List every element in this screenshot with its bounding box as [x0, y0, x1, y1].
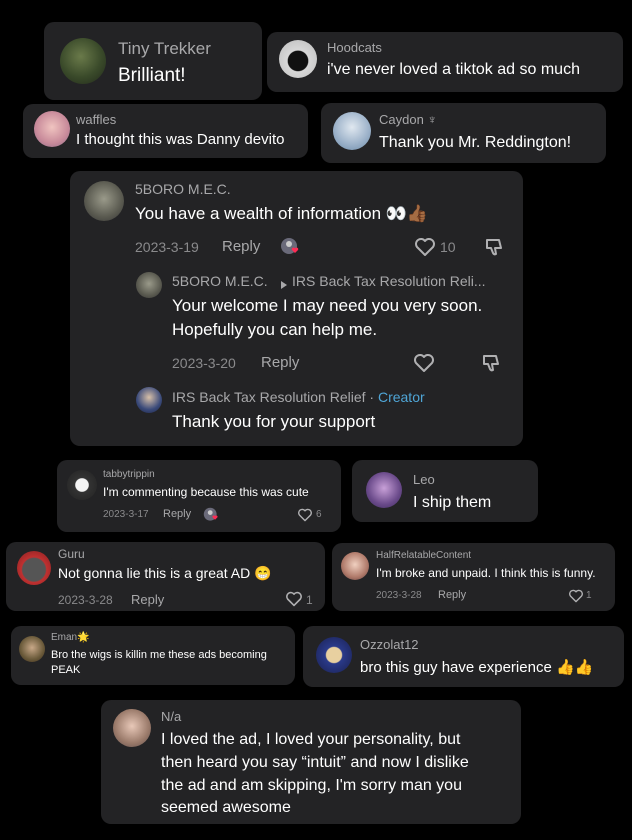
reply-button[interactable]: Reply	[222, 238, 260, 255]
comment-card: waffles I thought this was Danny devito	[23, 104, 308, 158]
commenter-name[interactable]: Leo	[413, 472, 435, 487]
comment-card: Tiny Trekker Brilliant!	[44, 22, 262, 100]
commenter-name[interactable]: N/a	[161, 709, 181, 724]
like-count: 1	[306, 593, 313, 607]
comment-card: Leo I ship them	[352, 460, 538, 522]
comment-text-line: then heard you say “intuit” and now I di…	[161, 754, 469, 771]
avatar[interactable]	[279, 40, 317, 78]
heart-outline-icon[interactable]	[413, 353, 435, 373]
comment-card: Guru Not gonna lie this is a great AD 😁 …	[6, 542, 325, 611]
comment-text-line: the ad and am skipping, I'm sorry man yo…	[161, 777, 462, 794]
comment-text-line: I loved the ad, I loved your personality…	[161, 731, 461, 748]
thumbs-down-icon[interactable]	[484, 236, 506, 258]
reply-button[interactable]: Reply	[163, 508, 191, 520]
reply-button[interactable]: Reply	[438, 589, 466, 601]
liked-by-creator-icon	[203, 507, 219, 523]
comment-text: Bro the wigs is killin me these ads beco…	[51, 649, 267, 676]
like-count: 1	[586, 590, 592, 601]
like-count: 6	[316, 509, 322, 520]
avatar[interactable]	[316, 637, 352, 673]
comment-card: Hoodcats i've never loved a tiktok ad so…	[267, 32, 623, 92]
comment-text: I thought this was Danny devito	[76, 131, 285, 148]
avatar[interactable]	[19, 636, 45, 662]
commenter-name[interactable]: HalfRelatableContent	[376, 550, 471, 561]
commenter-name[interactable]: 5BORO M.E.C.	[135, 181, 231, 197]
commenter-name[interactable]: Guru	[58, 547, 85, 561]
comment-card: tabbytrippin I'm commenting because this…	[57, 460, 341, 532]
avatar[interactable]	[136, 387, 162, 413]
comment-text-line: seemed awesome	[161, 799, 291, 816]
liked-by-creator-icon	[280, 237, 300, 257]
commenter-name[interactable]: Hoodcats	[327, 40, 382, 55]
comment-text: i've never loved a tiktok ad so much	[327, 61, 580, 78]
reply-author-name[interactable]: IRS Back Tax Resolution Relief	[172, 389, 366, 405]
comment-card: Caydon ♆ Thank you Mr. Reddington!	[321, 103, 606, 163]
reply-text-line: Hopefully you can help me.	[172, 320, 378, 339]
commenter-name[interactable]: Ozzolat12	[360, 637, 419, 652]
comment-card: Ozzolat12 bro this guy have experience 👍…	[303, 626, 624, 687]
avatar[interactable]	[366, 472, 402, 508]
reply-author-name[interactable]: 5BORO M.E.C.	[172, 273, 268, 289]
commenter-name[interactable]: Eman🌟	[51, 632, 90, 643]
heart-outline-icon[interactable]	[414, 237, 436, 257]
heart-outline-icon[interactable]	[297, 508, 313, 522]
heart-outline-icon[interactable]	[285, 591, 303, 607]
comment-date: 2023-3-17	[103, 509, 149, 520]
reply-arrow-icon	[280, 277, 288, 289]
comment-text: I ship them	[413, 494, 492, 511]
separator: ·	[365, 389, 378, 405]
reply-button[interactable]: Reply	[131, 592, 164, 607]
reply-text-line: Your welcome I may need you very soon.	[172, 296, 483, 315]
comment-text: Brilliant!	[118, 65, 186, 86]
avatar[interactable]	[136, 272, 162, 298]
avatar[interactable]	[84, 181, 124, 221]
commenter-name[interactable]: Caydon ♆	[379, 112, 437, 127]
avatar[interactable]	[333, 112, 371, 150]
thumbs-down-icon[interactable]	[481, 352, 503, 374]
comment-date: 2023-3-19	[135, 239, 199, 255]
avatar[interactable]	[67, 470, 97, 500]
avatar[interactable]	[113, 709, 151, 747]
comment-text: Not gonna lie this is a great AD 😁	[58, 565, 272, 581]
comment-thread-card: 5BORO M.E.C. You have a wealth of inform…	[70, 171, 523, 446]
comment-text: You have a wealth of information 👀👍🏾	[135, 204, 429, 223]
comment-text: I'm commenting because this was cute	[103, 485, 309, 499]
comment-text: bro this guy have experience 👍👍	[360, 659, 594, 676]
commenter-name[interactable]: waffles	[76, 112, 116, 127]
comment-text: I'm broke and unpaid. I think this is fu…	[376, 566, 596, 580]
reply-author-line: IRS Back Tax Resolution Relief · Creator	[172, 389, 425, 405]
avatar[interactable]	[17, 551, 51, 585]
commenter-name[interactable]: Tiny Trekker	[118, 39, 211, 59]
reply-to-name[interactable]: IRS Back Tax Resolution Reli...	[292, 273, 486, 289]
creator-badge: Creator	[377, 389, 425, 405]
comment-card: HalfRelatableContent I'm broke and unpai…	[332, 543, 615, 611]
avatar[interactable]	[60, 38, 106, 84]
reply-date: 2023-3-20	[172, 355, 236, 371]
like-count: 10	[440, 239, 456, 255]
comment-text: Thank you Mr. Reddington!	[379, 134, 572, 151]
avatar[interactable]	[34, 111, 70, 147]
comment-date: 2023-3-28	[376, 590, 422, 601]
comment-card: N/a I loved the ad, I loved your persona…	[101, 700, 521, 824]
reply-button[interactable]: Reply	[261, 354, 299, 371]
avatar[interactable]	[341, 552, 369, 580]
heart-outline-icon[interactable]	[568, 589, 584, 603]
reply-text: Thank you for your support	[172, 412, 376, 431]
comment-card: Eman🌟 Bro the wigs is killin me these ad…	[11, 626, 295, 685]
comment-date: 2023-3-28	[58, 593, 113, 607]
commenter-name[interactable]: tabbytrippin	[103, 469, 155, 480]
